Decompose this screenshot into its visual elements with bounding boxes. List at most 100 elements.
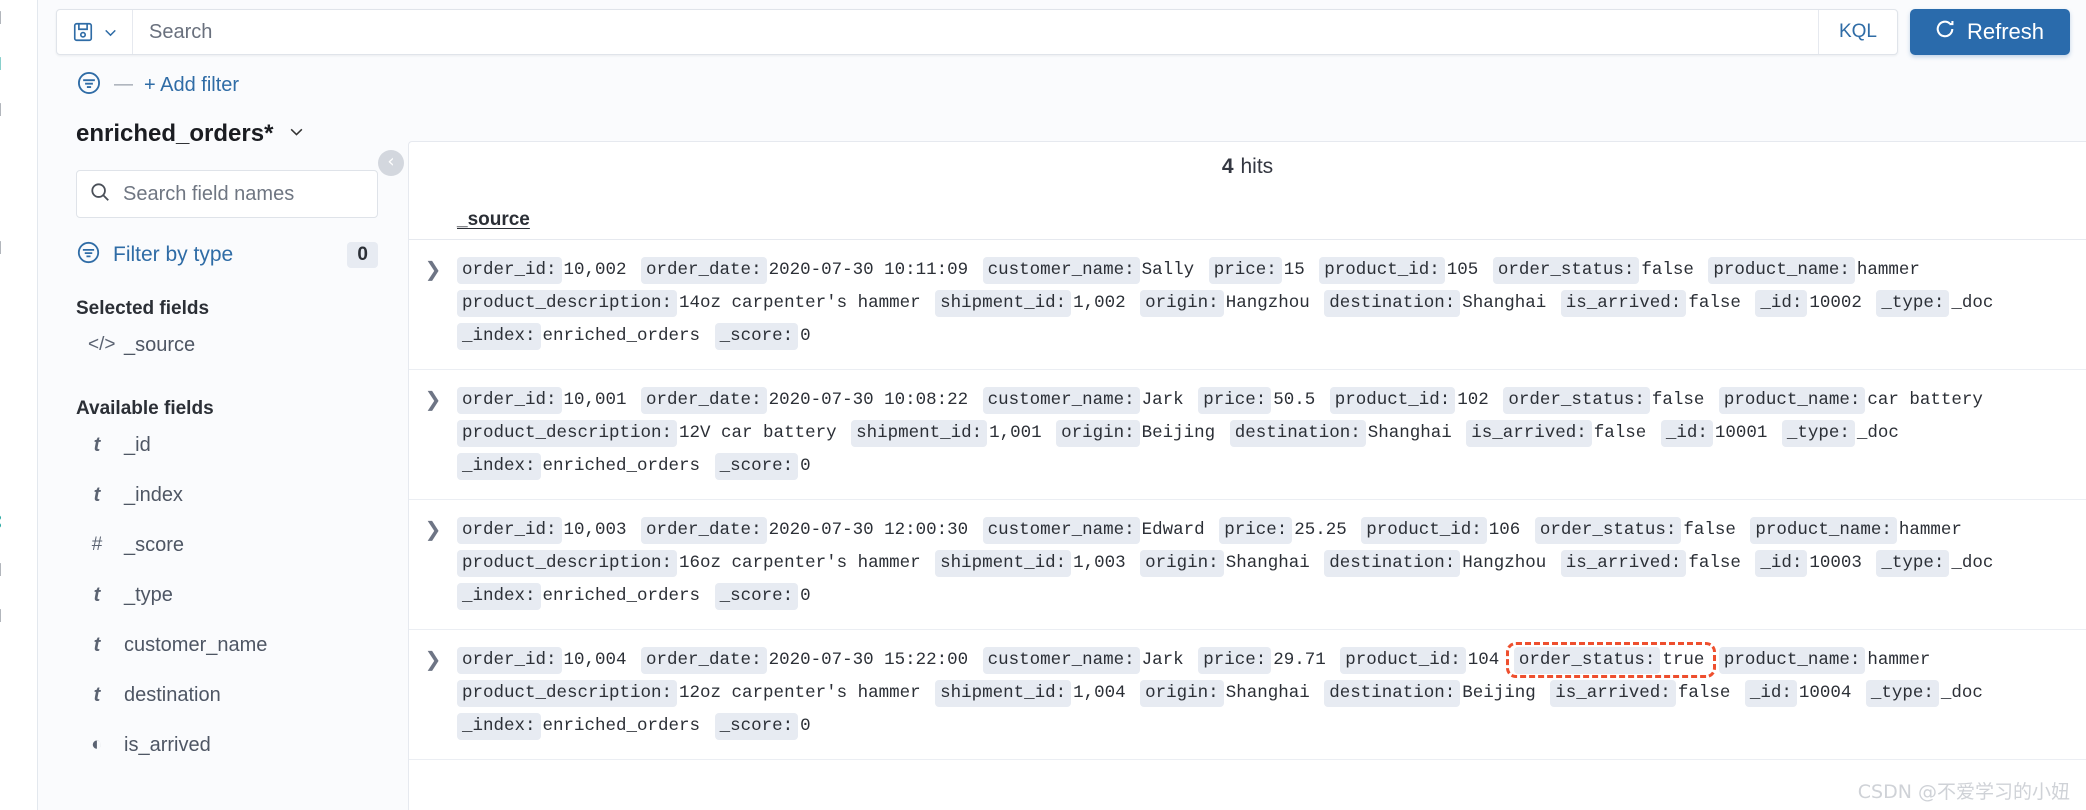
field-pair: product_name: car battery — [1718, 387, 1987, 414]
field-key: product_description: — [457, 680, 678, 707]
field-value: true — [1662, 650, 1705, 670]
field-type-icon-string: t — [93, 633, 101, 656]
field-key: _index: — [457, 713, 541, 740]
nav-icon-infrastructure[interactable]: ⌂ — [0, 282, 16, 304]
field-pair: _id: 10004 — [1744, 680, 1856, 707]
field-name-label: is_arrived — [124, 733, 211, 756]
field-search-input[interactable] — [111, 181, 377, 207]
field-pair: destination: Shanghai — [1324, 290, 1550, 317]
field-key: _index: — [457, 583, 541, 610]
field-key: _score: — [714, 713, 799, 740]
search-input[interactable] — [133, 10, 1818, 54]
filter-icon[interactable] — [76, 70, 102, 101]
field-pair: _index: enriched_orders — [457, 323, 704, 350]
field-name-label: _source — [124, 333, 196, 356]
field-item-customer_name[interactable]: t customer_name — [76, 620, 378, 670]
field-pair: price: 29.71 — [1198, 647, 1330, 674]
chevron-right-icon[interactable]: ❯ — [409, 254, 457, 281]
nav-icon-siem[interactable]: ▪ — [0, 466, 16, 488]
field-pair: product_name: hammer — [1708, 257, 1924, 284]
nav-icon-machine-learning[interactable]: ▨ — [0, 236, 16, 258]
field-key: product_name: — [1708, 257, 1855, 284]
field-item-_type[interactable]: t _type — [76, 570, 378, 620]
nav-icon-discover[interactable]: ▥ — [0, 52, 16, 74]
field-key: product_description: — [457, 290, 678, 317]
field-key: origin: — [1140, 680, 1224, 707]
chevron-right-icon[interactable]: ❯ — [409, 384, 457, 411]
nav-icon-monitoring[interactable]: ▤ — [0, 558, 16, 580]
chevron-right-icon[interactable]: ❯ — [409, 514, 457, 541]
field-search-box[interactable] — [76, 170, 378, 218]
nav-icon-canvas[interactable]: ✛ — [0, 144, 16, 166]
field-pair: product_description: 16oz carpenter's ham… — [457, 550, 925, 577]
field-type-icon-string: t — [93, 583, 101, 606]
query-bar: KQL Refresh — [38, 0, 2086, 62]
table-row: ❯ order_id: 10,004 order_date: 2020-07-30 1… — [409, 630, 2086, 760]
field-type-icon-string: t — [93, 433, 101, 456]
field-key: _id: — [1755, 550, 1808, 577]
chevron-right-icon[interactable]: ❯ — [409, 644, 457, 671]
field-item-source[interactable]: </> _source — [76, 320, 378, 370]
field-pair: product_description: 12oz carpenter's ham… — [457, 680, 925, 707]
field-value: Edward — [1141, 520, 1205, 540]
field-pair: shipment_id: 1,002 — [935, 290, 1130, 317]
sidebar-collapse-button[interactable]: ‹ — [378, 150, 404, 176]
field-key: product_description: — [457, 420, 678, 447]
field-key: price: — [1198, 647, 1272, 674]
field-pair: product_name: hammer — [1718, 647, 1935, 674]
field-value: 50.5 — [1273, 390, 1316, 410]
field-key: product_id: — [1329, 387, 1456, 414]
filter-by-type-count: 0 — [347, 242, 378, 268]
field-item-is_arrived[interactable]: ◐ is_arrived — [76, 720, 378, 770]
field-key: customer_name: — [982, 517, 1140, 544]
field-key: is_arrived: — [1560, 290, 1687, 317]
field-pair: customer_name: Sally — [982, 257, 1199, 284]
field-value: 1,001 — [989, 423, 1042, 443]
field-pair: _id: 10003 — [1755, 550, 1866, 577]
nav-icon-logs[interactable]: ⎙ — [0, 328, 16, 350]
nav-icon-dev-tools[interactable]: ⌘ — [0, 512, 16, 534]
field-value: 10002 — [1809, 293, 1862, 313]
field-pair: order_date: 2020-07-30 10:08:22 — [641, 387, 972, 414]
filter-bar: — + Add filter — [38, 62, 2086, 108]
field-key: _type: — [1865, 680, 1939, 707]
field-pair: customer_name: Jark — [982, 387, 1188, 414]
table-row: ❯ order_id: 10,002 order_date: 2020-07-30 1… — [409, 240, 2086, 370]
nav-icon-apm[interactable]: ◜ — [0, 374, 16, 396]
field-item-_id[interactable]: t _id — [76, 420, 378, 470]
nav-icon-uptime[interactable]: ◠ — [0, 420, 16, 442]
field-key: _score: — [714, 453, 799, 480]
field-value: enriched_orders — [542, 326, 701, 346]
field-pair: _id: 10002 — [1755, 290, 1866, 317]
nav-icon-maps[interactable]: ◍ — [0, 0, 16, 22]
field-value: 104 — [1467, 650, 1500, 670]
field-pair: order_status: false — [1492, 257, 1698, 284]
field-item-destination[interactable]: t destination — [76, 670, 378, 720]
field-pair: product_id: 105 — [1319, 257, 1482, 284]
field-pair: product_id: 104 — [1340, 647, 1503, 674]
nav-icon-management[interactable]: ▥ — [0, 604, 16, 626]
field-pair: order_id: 10,002 — [457, 257, 631, 284]
field-value: Beijing — [1141, 423, 1216, 443]
field-pair: price: 15 — [1208, 257, 1309, 284]
index-pattern-selector[interactable]: enriched_orders* — [76, 120, 378, 148]
column-header-source: _source — [457, 209, 530, 230]
query-language-badge[interactable]: KQL — [1817, 10, 1897, 54]
filter-by-type-button[interactable]: Filter by type 0 — [76, 240, 378, 270]
field-value: 2020-07-30 15:22:00 — [768, 650, 969, 670]
saved-query-button[interactable] — [57, 10, 133, 54]
field-pair: customer_name: Edward — [982, 517, 1209, 544]
field-item-_index[interactable]: t _index — [76, 470, 378, 520]
field-key: order_date: — [641, 387, 767, 414]
field-value: false — [1688, 293, 1741, 313]
selected-fields-title: Selected fields — [76, 298, 210, 319]
field-value: 10004 — [1798, 683, 1852, 703]
field-pair: product_description: 12V car battery — [457, 420, 841, 447]
field-pair: order_date: 2020-07-30 15:22:00 — [641, 647, 972, 674]
field-key: customer_name: — [982, 387, 1140, 414]
field-item-_score[interactable]: # _score — [76, 520, 378, 570]
field-pair: order_status: false — [1503, 387, 1708, 414]
nav-icon-visualize[interactable]: ▦ — [0, 98, 16, 120]
refresh-button[interactable]: Refresh — [1910, 9, 2070, 55]
add-filter-button[interactable]: + Add filter — [144, 74, 239, 97]
